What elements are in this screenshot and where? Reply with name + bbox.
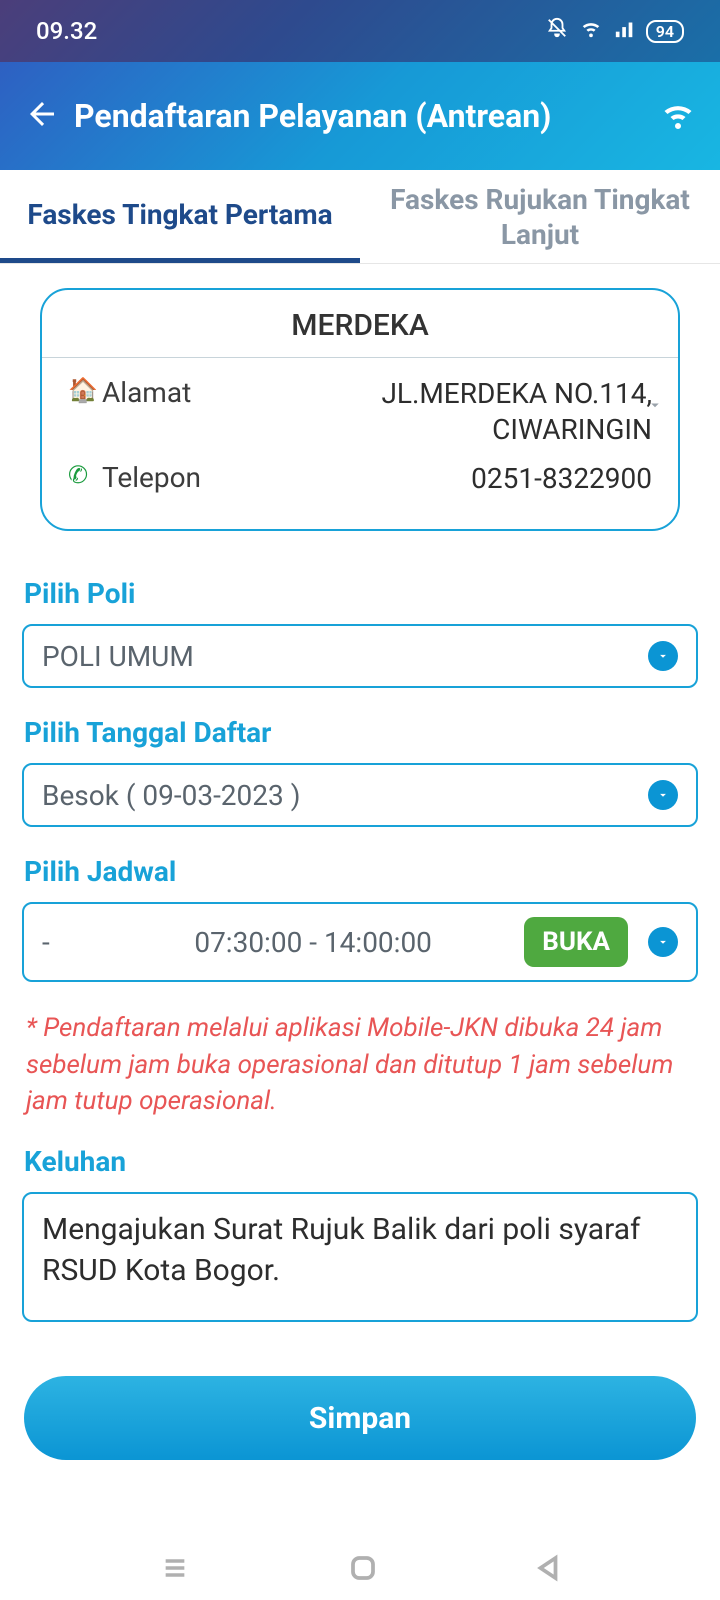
house-icon: 🏠 [68,376,102,404]
back-nav-icon[interactable] [533,1553,563,1587]
wifi-icon [578,17,604,45]
home-icon[interactable] [348,1553,378,1587]
chevron-down-icon[interactable] [642,396,668,418]
battery-indicator: 94 [646,20,684,43]
back-icon[interactable] [24,96,60,136]
complaint-input[interactable]: Mengajukan Surat Rujuk Balik dari poli s… [22,1192,698,1322]
status-time: 09.32 [36,17,97,45]
complaint-label: Keluhan [24,1145,698,1178]
poli-value: POLI UMUM [42,640,648,673]
schedule-select[interactable]: - 07:30:00 - 14:00:00 BUKA [22,902,698,982]
faskes-card[interactable]: MERDEKA 🏠 Alamat JL.MERDEKA NO.114, CIWA… [40,288,680,531]
date-value: Besok ( 09-03-2023 ) [42,779,648,812]
chevron-down-icon [648,927,678,957]
address-label: Alamat [102,376,252,409]
tab-faskes-pertama[interactable]: Faskes Tingkat Pertama [0,170,360,263]
poli-label: Pilih Poli [24,577,698,610]
chevron-down-icon [648,641,678,671]
address-value: JL.MERDEKA NO.114, CIWARINGIN [252,376,652,449]
schedule-time: 07:30:00 - 14:00:00 [102,926,524,959]
tab-faskes-rujukan[interactable]: Faskes Rujukan Tingkat Lanjut [360,170,720,263]
date-label: Pilih Tanggal Daftar [24,716,698,749]
faskes-name: MERDEKA [42,290,678,358]
tabs-container: Faskes Tingkat Pertama Faskes Rujukan Ti… [0,170,720,264]
page-title: Pendaftaran Pelayanan (Antrean) [74,97,646,135]
save-button[interactable]: Simpan [24,1376,696,1460]
schedule-label: Pilih Jadwal [24,855,698,888]
status-badge: BUKA [524,917,628,967]
status-indicators: 94 [546,17,684,45]
app-header: Pendaftaran Pelayanan (Antrean) [0,62,720,170]
connection-icon[interactable] [660,96,696,136]
poli-select[interactable]: POLI UMUM [22,624,698,688]
registration-notice: * Pendaftaran melalui aplikasi Mobile-JK… [22,1010,698,1145]
phone-icon: ✆ [68,461,102,489]
signal-icon [614,17,636,45]
phone-value: 0251-8322900 [252,461,652,497]
chevron-down-icon [648,780,678,810]
recents-icon[interactable] [157,1554,193,1586]
system-nav-bar [0,1540,720,1600]
notification-off-icon [546,17,568,45]
schedule-dash: - [42,926,102,959]
date-select[interactable]: Besok ( 09-03-2023 ) [22,763,698,827]
status-bar: 09.32 94 [0,0,720,62]
phone-label: Telepon [102,461,252,494]
